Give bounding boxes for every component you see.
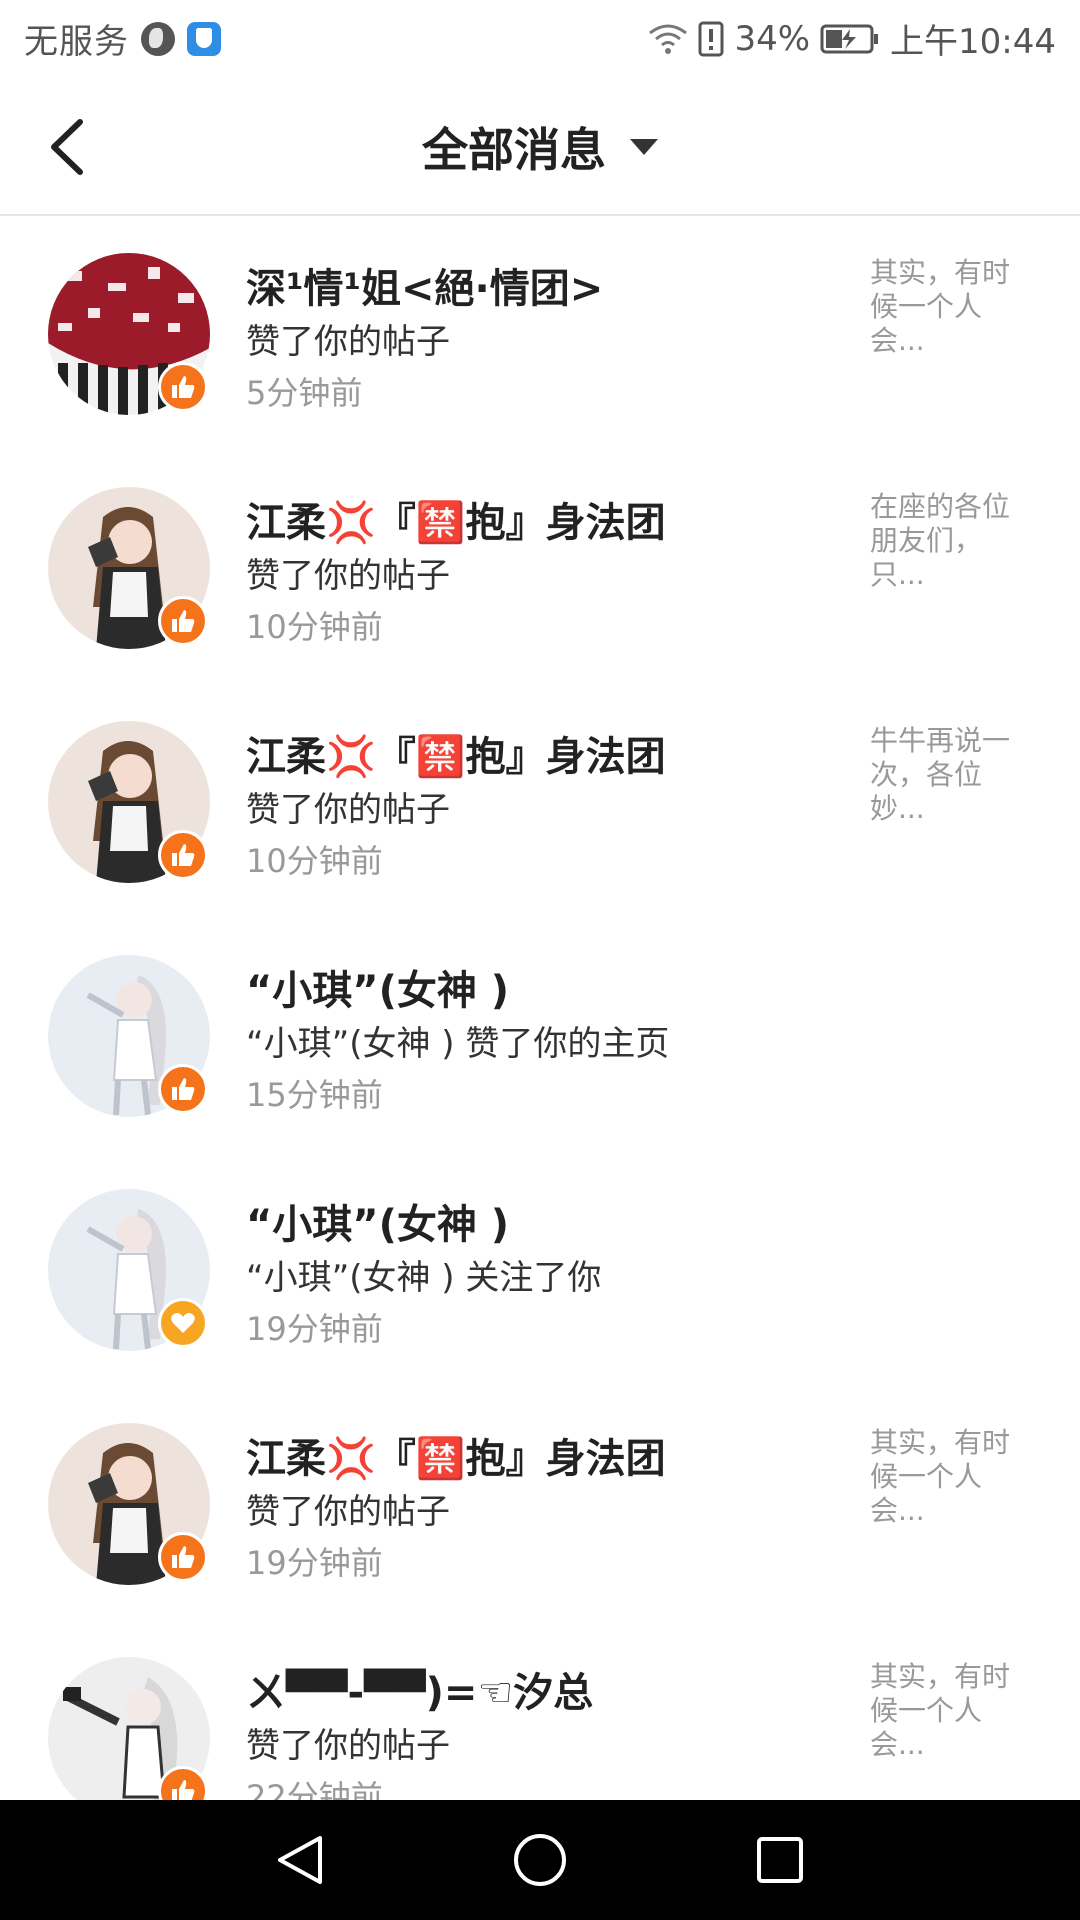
timestamp: 19分钟前 — [246, 1544, 383, 1582]
message-item[interactable]: 深¹情¹姐<絕·情团> 赞了你的帖子 5分钟前 其实，有时候一个人会... — [0, 216, 1080, 450]
top-bar: 全部消息 — [0, 76, 1080, 216]
page-title: 全部消息 — [422, 123, 606, 177]
battery-charging-icon — [820, 22, 880, 56]
battery-percent: 34% — [734, 18, 811, 59]
thumbs-up-badge — [158, 596, 208, 646]
circle-home-icon — [514, 1834, 566, 1886]
nav-back-button[interactable] — [270, 1830, 330, 1890]
timestamp: 10分钟前 — [246, 842, 383, 880]
sender-name[interactable]: 江柔💢『🈲抱』身法团 — [246, 724, 666, 782]
timestamp: 10分钟前 — [246, 608, 383, 646]
notification-text: 赞了你的帖子 — [246, 556, 450, 596]
message-item[interactable]: 江柔💢『🈲抱』身法团 赞了你的帖子 10分钟前 牛牛再说一次，各位妙... — [0, 684, 1080, 918]
sender-name[interactable]: 江柔💢『🈲抱』身法团 — [246, 490, 666, 548]
notification-text: 赞了你的帖子 — [246, 1726, 450, 1766]
status-bar: 无服务 34% 上午10:44 — [0, 0, 1080, 76]
heart-badge — [158, 1298, 208, 1348]
timestamp: 15分钟前 — [246, 1076, 383, 1114]
thumbs-up-icon — [172, 610, 195, 632]
heart-icon — [171, 1313, 195, 1333]
battery-alert-icon — [698, 21, 724, 57]
thumbs-up-icon — [172, 844, 195, 866]
caret-down-icon — [630, 139, 658, 155]
security-shield-icon — [187, 21, 221, 56]
notification-text: 赞了你的帖子 — [246, 1492, 450, 1532]
square-recents-icon — [757, 1837, 803, 1883]
thumbs-up-icon — [172, 376, 195, 398]
post-snippet[interactable]: 其实，有时候一个人会... — [870, 1426, 1028, 1528]
thumbs-up-badge — [158, 830, 208, 880]
post-snippet[interactable]: 牛牛再说一次，各位妙... — [870, 724, 1028, 826]
message-item[interactable]: 江柔💢『🈲抱』身法团 赞了你的帖子 19分钟前 其实，有时候一个人会... — [0, 1386, 1080, 1620]
notification-text: “小琪”(女神 ) 赞了你的主页 — [246, 1024, 670, 1064]
thumbs-up-badge — [158, 1532, 208, 1582]
carrier-label: 无服务 — [24, 22, 129, 62]
timestamp: 19分钟前 — [246, 1310, 383, 1348]
sender-name[interactable]: “小琪”(女神 ) — [246, 958, 509, 1016]
sender-name[interactable]: “小琪”(女神 ) — [246, 1192, 509, 1250]
thumbs-up-icon — [172, 1546, 195, 1568]
message-filter-dropdown[interactable]: 全部消息 — [0, 114, 1080, 180]
message-item[interactable]: 江柔💢『🈲抱』身法团 赞了你的帖子 10分钟前 在座的各位朋友们，只... — [0, 450, 1080, 684]
notification-text: “小琪”(女神 ) 关注了你 — [246, 1258, 602, 1298]
sender-name[interactable]: 深¹情¹姐<絕·情团> — [246, 256, 603, 314]
sender-name[interactable]: 江柔💢『🈲抱』身法团 — [246, 1426, 666, 1484]
message-list: 深¹情¹姐<絕·情团> 赞了你的帖子 5分钟前 其实，有时候一个人会... 江柔… — [0, 216, 1080, 1800]
nav-home-button[interactable] — [510, 1830, 570, 1890]
nav-recents-button[interactable] — [750, 1830, 810, 1890]
post-snippet[interactable]: 在座的各位朋友们，只... — [870, 490, 1028, 592]
timestamp: 5分钟前 — [246, 374, 363, 412]
vpn-globe-icon — [141, 21, 175, 56]
notification-text: 赞了你的帖子 — [246, 790, 450, 830]
status-right: 34% 上午10:44 — [648, 14, 1056, 63]
thumbs-up-badge — [158, 1064, 208, 1114]
message-item[interactable]: “小琪”(女神 ) “小琪”(女神 ) 关注了你 19分钟前 — [0, 1152, 1080, 1386]
sender-name[interactable]: ㄨ▀▀-▀▀)=☜汐总 — [246, 1660, 593, 1718]
timestamp: 22分钟前 — [246, 1778, 383, 1800]
message-item[interactable]: “小琪”(女神 ) “小琪”(女神 ) 赞了你的主页 15分钟前 — [0, 918, 1080, 1152]
wifi-icon — [648, 21, 688, 57]
post-snippet[interactable]: 其实，有时候一个人会... — [870, 1660, 1028, 1762]
notification-text: 赞了你的帖子 — [246, 322, 450, 362]
triangle-back-icon — [278, 1836, 322, 1884]
message-item[interactable]: ㄨ▀▀-▀▀)=☜汐总 赞了你的帖子 22分钟前 其实，有时候一个人会... — [0, 1620, 1080, 1800]
thumbs-up-icon — [172, 1078, 195, 1100]
clock: 上午10:44 — [890, 22, 1056, 62]
status-left: 无服务 — [24, 14, 221, 63]
post-snippet[interactable]: 其实，有时候一个人会... — [870, 256, 1028, 358]
thumbs-up-icon — [172, 1780, 195, 1800]
system-nav-bar — [0, 1800, 1080, 1920]
thumbs-up-badge — [158, 362, 208, 412]
